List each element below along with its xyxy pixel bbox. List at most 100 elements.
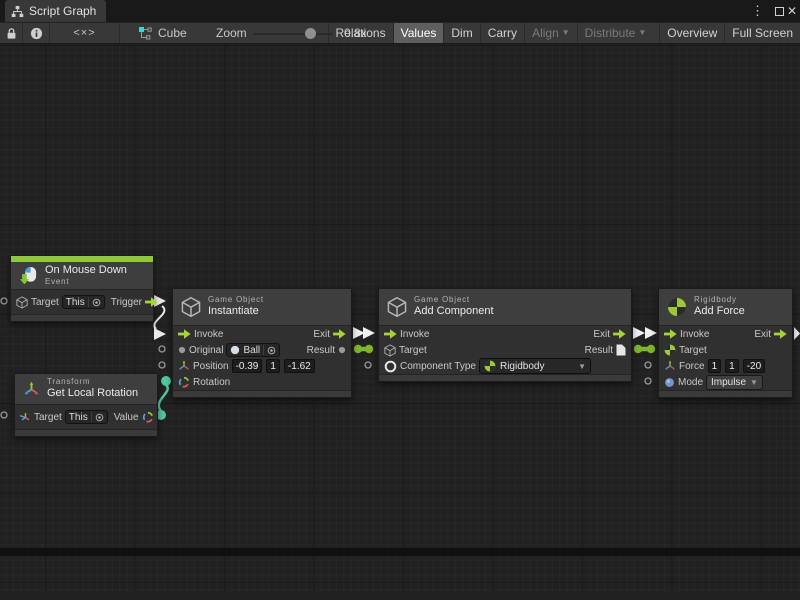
force-y-field[interactable]: 1 bbox=[725, 359, 739, 373]
lock-button[interactable] bbox=[0, 23, 23, 43]
canvas-bottom-edge bbox=[0, 548, 800, 556]
game-object-icon[interactable] bbox=[384, 344, 396, 357]
rigidbody-icon[interactable] bbox=[664, 344, 676, 356]
rigidbody-icon bbox=[667, 297, 687, 317]
relations-button[interactable]: Relations bbox=[328, 23, 393, 43]
node-add-component[interactable]: Game Object Add Component Invoke Exit bbox=[378, 288, 632, 382]
values-button[interactable]: Values bbox=[393, 23, 444, 43]
port-label-force: Force bbox=[679, 361, 705, 372]
force-x-field[interactable]: 1 bbox=[708, 359, 722, 373]
dropdown-arrow-icon: ▼ bbox=[578, 362, 586, 371]
info-icon bbox=[30, 27, 43, 40]
flow-arrow-icon[interactable] bbox=[178, 329, 191, 339]
port-label-exit: Exit bbox=[754, 329, 771, 340]
zoom-slider-handle[interactable] bbox=[305, 28, 316, 39]
original-object-field[interactable]: Ball bbox=[226, 343, 280, 357]
port-label-position: Position bbox=[193, 361, 229, 372]
flow-arrow-icon[interactable] bbox=[145, 297, 158, 307]
tab-title: Script Graph bbox=[29, 4, 96, 18]
component-type-dropdown[interactable]: Rigidbody ▼ bbox=[479, 358, 591, 374]
align-dropdown[interactable]: Align▼ bbox=[524, 23, 577, 43]
dot-port-icon[interactable] bbox=[338, 346, 346, 354]
graph-icon bbox=[138, 26, 152, 40]
distribute-dropdown[interactable]: Distribute▼ bbox=[577, 23, 654, 43]
window-menu-icon[interactable]: ⋮ bbox=[751, 0, 764, 22]
info-button[interactable] bbox=[23, 23, 50, 43]
rotation-icon[interactable] bbox=[142, 411, 154, 423]
current-graph[interactable]: Cube bbox=[138, 23, 187, 43]
node-on-mouse-down[interactable]: On Mouse Down Event Target This Trigger bbox=[10, 255, 154, 322]
toolbar-buttons: Relations Values Dim Carry Align▼ Distri… bbox=[328, 23, 800, 43]
script-graph-icon bbox=[11, 5, 24, 18]
port-label-exit: Exit bbox=[313, 329, 330, 340]
dropdown-arrow-icon: ▼ bbox=[638, 29, 646, 37]
flow-arrow-icon[interactable] bbox=[664, 329, 677, 339]
target-object-field[interactable]: This bbox=[62, 295, 105, 309]
graph-canvas[interactable]: On Mouse Down Event Target This Trigger bbox=[0, 44, 800, 592]
node-get-local-rotation[interactable]: Transform Get Local Rotation Target This… bbox=[14, 373, 158, 437]
overview-button[interactable]: Overview bbox=[659, 23, 724, 43]
position-x-field[interactable]: -0.39 bbox=[232, 359, 263, 373]
flow-arrow-icon[interactable] bbox=[384, 329, 397, 339]
tab-script-graph[interactable]: Script Graph bbox=[5, 0, 106, 22]
port-label-original: Original bbox=[189, 345, 223, 356]
code-preview-button[interactable]: <×> bbox=[50, 23, 120, 43]
script-graph-window: Script Graph ⋮ ✕ <×> Cube Zoom bbox=[0, 0, 800, 600]
wire-value-to-rotation[interactable] bbox=[156, 376, 171, 420]
node-add-force[interactable]: Rigidbody Add Force Invoke Exit T bbox=[658, 288, 793, 398]
port-label-target: Target bbox=[679, 345, 707, 356]
document-icon[interactable] bbox=[616, 344, 626, 356]
flow-arrow-icon[interactable] bbox=[774, 329, 787, 339]
flow-arrow-icon[interactable] bbox=[333, 329, 346, 339]
force-mode-dropdown[interactable]: Impulse ▼ bbox=[706, 375, 763, 390]
port-label-exit: Exit bbox=[593, 329, 610, 340]
transform-icon bbox=[20, 412, 31, 423]
node-subtitle: Event bbox=[45, 277, 127, 287]
port-label-target: Target bbox=[399, 345, 427, 356]
object-picker-icon[interactable] bbox=[92, 298, 101, 307]
object-picker-icon[interactable] bbox=[267, 346, 276, 355]
carry-button[interactable]: Carry bbox=[480, 23, 524, 43]
position-y-field[interactable]: 1 bbox=[266, 359, 280, 373]
flow-arrow-icon[interactable] bbox=[613, 329, 626, 339]
node-category: Rigidbody bbox=[694, 295, 745, 305]
node-category: Transform bbox=[47, 377, 138, 387]
game-object-icon bbox=[181, 296, 201, 318]
ring-port-icon[interactable] bbox=[384, 360, 397, 373]
node-title: Add Force bbox=[694, 305, 745, 319]
port-label-target: Target bbox=[31, 297, 59, 308]
code-icon: <×> bbox=[73, 27, 95, 39]
transform-icon bbox=[178, 360, 190, 372]
port-label-mode: Mode bbox=[678, 377, 703, 388]
close-icon[interactable]: ✕ bbox=[785, 0, 799, 22]
game-object-icon bbox=[16, 296, 28, 309]
port-label-trigger: Trigger bbox=[111, 297, 142, 308]
position-z-field[interactable]: -1.62 bbox=[284, 359, 315, 373]
force-z-field[interactable]: -20 bbox=[743, 359, 765, 373]
port-label-invoke: Invoke bbox=[400, 329, 429, 340]
wire-exit-offscreen[interactable] bbox=[794, 327, 800, 340]
wire-exit-to-invoke-2[interactable] bbox=[633, 327, 657, 339]
port-label-result: Result bbox=[585, 345, 613, 356]
dropdown-arrow-icon: ▼ bbox=[562, 29, 570, 37]
dropdown-arrow-icon: ▼ bbox=[750, 378, 758, 387]
zoom-slider[interactable] bbox=[253, 33, 333, 35]
port-label-target: Target bbox=[34, 412, 62, 423]
wire-exit-to-invoke-1[interactable] bbox=[353, 327, 375, 339]
rigidbody-icon bbox=[484, 360, 496, 372]
dim-button[interactable]: Dim bbox=[443, 23, 479, 43]
maximize-icon[interactable] bbox=[775, 0, 784, 22]
port-label-invoke: Invoke bbox=[194, 329, 223, 340]
ball-icon bbox=[230, 345, 240, 355]
node-category: Game Object bbox=[208, 295, 264, 305]
node-instantiate[interactable]: Game Object Instantiate Invoke Exit bbox=[172, 288, 352, 398]
object-picker-icon[interactable] bbox=[95, 413, 104, 422]
target-object-field[interactable]: This bbox=[65, 410, 108, 424]
wire-result-to-target-1[interactable] bbox=[354, 345, 373, 353]
wire-result-to-target-2[interactable] bbox=[634, 345, 655, 353]
dot-port-icon[interactable] bbox=[178, 346, 186, 354]
full-screen-button[interactable]: Full Screen bbox=[724, 23, 800, 43]
port-label-component-type: Component Type bbox=[400, 361, 476, 372]
port-label-value: Value bbox=[114, 412, 139, 423]
graph-name-label: Cube bbox=[158, 26, 187, 40]
